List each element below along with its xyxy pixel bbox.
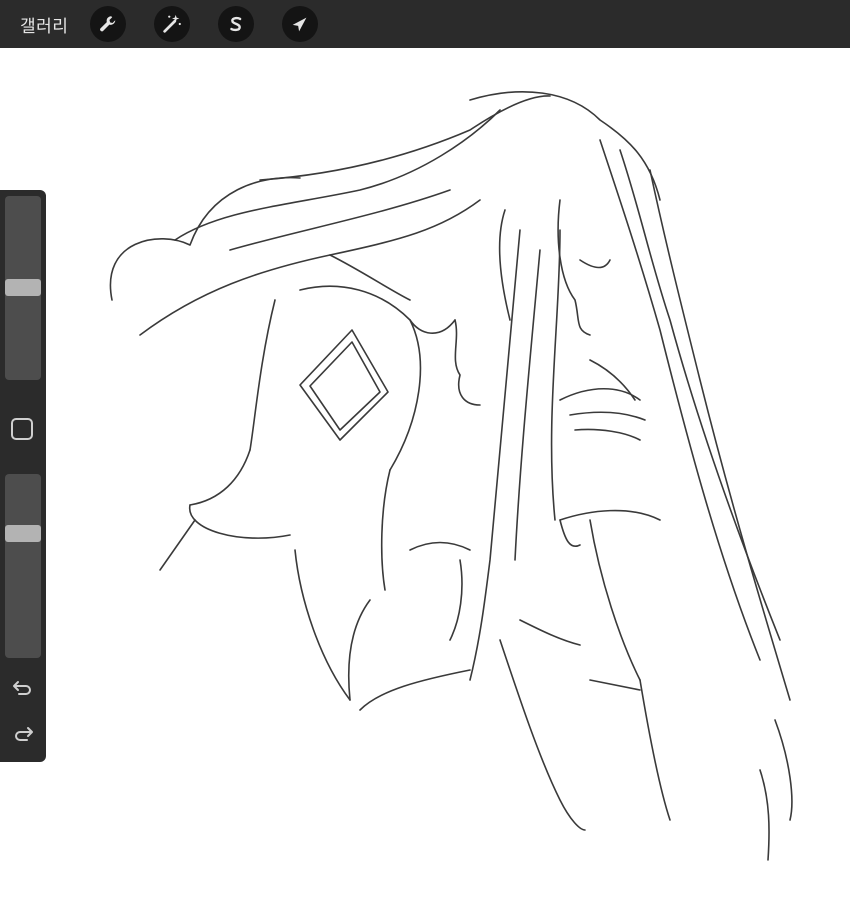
selection-s-icon bbox=[230, 16, 242, 32]
wrench-icon bbox=[100, 16, 116, 32]
magic-wand-icon bbox=[163, 14, 182, 33]
brush-size-slider[interactable] bbox=[5, 196, 41, 380]
opacity-slider[interactable] bbox=[5, 474, 41, 658]
drawing-canvas[interactable] bbox=[0, 48, 850, 904]
undo-button[interactable] bbox=[10, 674, 36, 700]
arrow-cursor-icon bbox=[293, 17, 307, 32]
actions-button[interactable] bbox=[90, 6, 127, 42]
square-outline-icon[interactable] bbox=[11, 418, 33, 440]
opacity-thumb[interactable] bbox=[5, 525, 41, 542]
left-sidebar bbox=[0, 190, 46, 762]
gallery-button[interactable]: 갤러리 bbox=[20, 12, 68, 37]
top-toolbar: 갤러리 bbox=[0, 0, 850, 48]
redo-arrow-icon bbox=[15, 727, 33, 741]
redo-button[interactable] bbox=[10, 720, 36, 746]
brush-size-thumb[interactable] bbox=[5, 279, 41, 296]
selection-button[interactable] bbox=[218, 6, 255, 42]
sketch-drawing bbox=[109, 91, 793, 861]
undo-arrow-icon bbox=[13, 681, 31, 695]
transform-button[interactable] bbox=[282, 6, 319, 42]
adjustments-button[interactable] bbox=[154, 6, 191, 42]
